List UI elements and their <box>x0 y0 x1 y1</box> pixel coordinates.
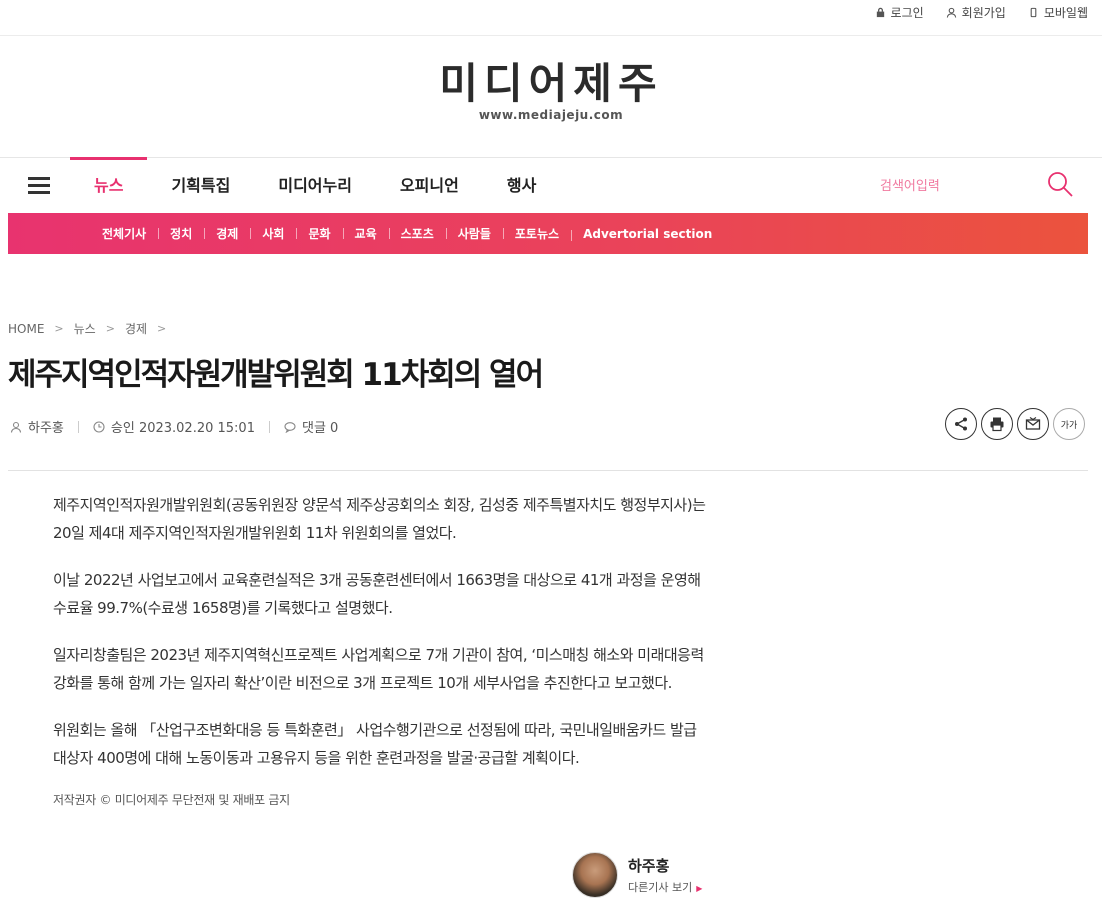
more-articles-link[interactable]: 다른기사 보기 ▶ <box>628 879 702 895</box>
chevron-right-icon: > <box>54 322 64 335</box>
publish-date: 승인 2023.02.20 15:01 <box>110 421 255 436</box>
login-link[interactable]: 로그인 <box>875 4 924 21</box>
breadcrumb-home[interactable]: HOME <box>8 322 44 336</box>
lock-icon <box>876 7 884 18</box>
menu-icon[interactable] <box>28 177 50 194</box>
mobile-web-link[interactable]: 모바일웹 <box>1028 4 1088 21</box>
breadcrumb: HOME > 뉴스 > 경제 > <box>8 320 176 337</box>
utility-bar: 로그인 회원가입 모바일웹 <box>0 0 1102 36</box>
article-title: 제주지역인적자원개발위원회 11차회의 열어 <box>8 357 544 393</box>
mail-icon <box>1025 417 1041 430</box>
signup-link[interactable]: 회원가입 <box>946 4 1006 21</box>
subnav-item-all[interactable]: 전체기사 <box>90 225 158 242</box>
more-articles-label: 다른기사 보기 <box>628 881 693 894</box>
meta-divider <box>77 420 79 433</box>
subnav-item-education[interactable]: 교육 <box>342 225 389 242</box>
sub-nav: 전체기사 정치 경제 사회 문화 교육 스포츠 사람들 포토뉴스 Adverto… <box>8 213 1088 254</box>
mobile-web-label: 모바일웹 <box>1043 6 1088 20</box>
article-comments[interactable]: 댓글 0 <box>284 417 338 436</box>
email-button[interactable] <box>1017 408 1049 440</box>
subnav-item-advertorial[interactable]: Advertorial section <box>571 227 724 241</box>
share-icon <box>955 417 967 431</box>
article-date: 승인 2023.02.20 15:01 <box>93 417 255 436</box>
mobile-icon <box>1030 7 1037 18</box>
content-divider <box>8 470 1088 471</box>
print-icon <box>990 417 1004 432</box>
caret-right-icon: ▶ <box>696 884 703 893</box>
user-icon <box>946 7 956 18</box>
subnav-item-economy[interactable]: 경제 <box>204 225 250 242</box>
article-paragraph: 이날 2022년 사업보고에서 교육훈련실적은 3개 공동훈련센터에서 1663… <box>53 571 701 617</box>
author-avatar <box>572 852 618 898</box>
main-nav-menu: 뉴스 기획특집 미디어누리 오피니언 행사 <box>70 157 560 213</box>
nav-item-features[interactable]: 기획특집 <box>147 158 254 213</box>
clock-icon <box>93 420 105 433</box>
nav-item-news[interactable]: 뉴스 <box>70 157 148 213</box>
comment-count: 댓글 0 <box>301 421 339 436</box>
subnav-item-society[interactable]: 사회 <box>250 225 296 242</box>
meta-divider <box>268 420 270 433</box>
article-paragraph: 일자리창출팀은 2023년 제주지역혁신프로젝트 사업계획으로 7개 기관이 참… <box>53 646 704 692</box>
article-tools: 가가 <box>945 408 1085 440</box>
subnav-item-photo-news[interactable]: 포토뉴스 <box>502 225 571 242</box>
font-size-button[interactable]: 가가 <box>1053 408 1085 440</box>
author-info: 하주홍 다른기사 보기 ▶ <box>628 855 702 895</box>
breadcrumb-economy[interactable]: 경제 <box>125 320 147 337</box>
logo-name: 미디어제주 <box>439 59 663 108</box>
nav-item-media-nuri[interactable]: 미디어누리 <box>254 158 376 213</box>
article-paragraph: 위원회는 올해 「산업구조변화대응 등 특화훈련」 사업수행기관으로 선정됨에 … <box>53 721 697 767</box>
search-input[interactable] <box>880 176 1030 196</box>
article-paragraph: 제주지역인적자원개발위원회(공동위원장 양문석 제주상공회의소 회장, 김성중 … <box>53 496 706 542</box>
subnav-item-politics[interactable]: 정치 <box>158 225 204 242</box>
subnav-item-sports[interactable]: 스포츠 <box>388 225 446 242</box>
chevron-right-icon: > <box>157 322 167 335</box>
author-box: 하주홍 다른기사 보기 ▶ <box>572 852 702 898</box>
print-button[interactable] <box>981 408 1013 440</box>
copyright-notice: 저작권자 © 미디어제주 무단전재 및 재배포 금지 <box>53 793 290 807</box>
signup-label: 회원가입 <box>961 6 1006 20</box>
search-icon[interactable] <box>1046 170 1074 198</box>
subnav-item-culture[interactable]: 문화 <box>296 225 342 242</box>
chevron-right-icon: > <box>105 322 115 335</box>
breadcrumb-news[interactable]: 뉴스 <box>74 320 96 337</box>
article-body: 제주지역인적자원개발위원회(공동위원장 양문석 제주상공회의소 회장, 김성중 … <box>53 491 729 808</box>
subnav-item-people[interactable]: 사람들 <box>445 225 503 242</box>
article-author: 하주홍 <box>10 417 64 436</box>
logo-url: www.mediajeju.com <box>478 108 624 122</box>
share-button[interactable] <box>945 408 977 440</box>
author-box-name: 하주홍 <box>628 857 670 875</box>
site-logo[interactable]: 미디어제주 www.mediajeju.com <box>0 59 1102 123</box>
nav-item-events[interactable]: 행사 <box>483 158 560 213</box>
nav-item-opinion[interactable]: 오피니언 <box>376 158 483 213</box>
sub-nav-list: 전체기사 정치 경제 사회 문화 교육 스포츠 사람들 포토뉴스 Adverto… <box>90 213 724 254</box>
utility-links: 로그인 회원가입 모바일웹 <box>875 4 1088 21</box>
author-name: 하주홍 <box>28 421 64 436</box>
article-meta: 하주홍 승인 2023.02.20 15:01 댓글 0 <box>10 417 338 436</box>
login-label: 로그인 <box>890 6 924 20</box>
user-icon <box>10 421 22 433</box>
main-nav: 뉴스 기획특집 미디어누리 오피니언 행사 <box>0 157 1102 213</box>
comment-icon <box>284 421 296 433</box>
